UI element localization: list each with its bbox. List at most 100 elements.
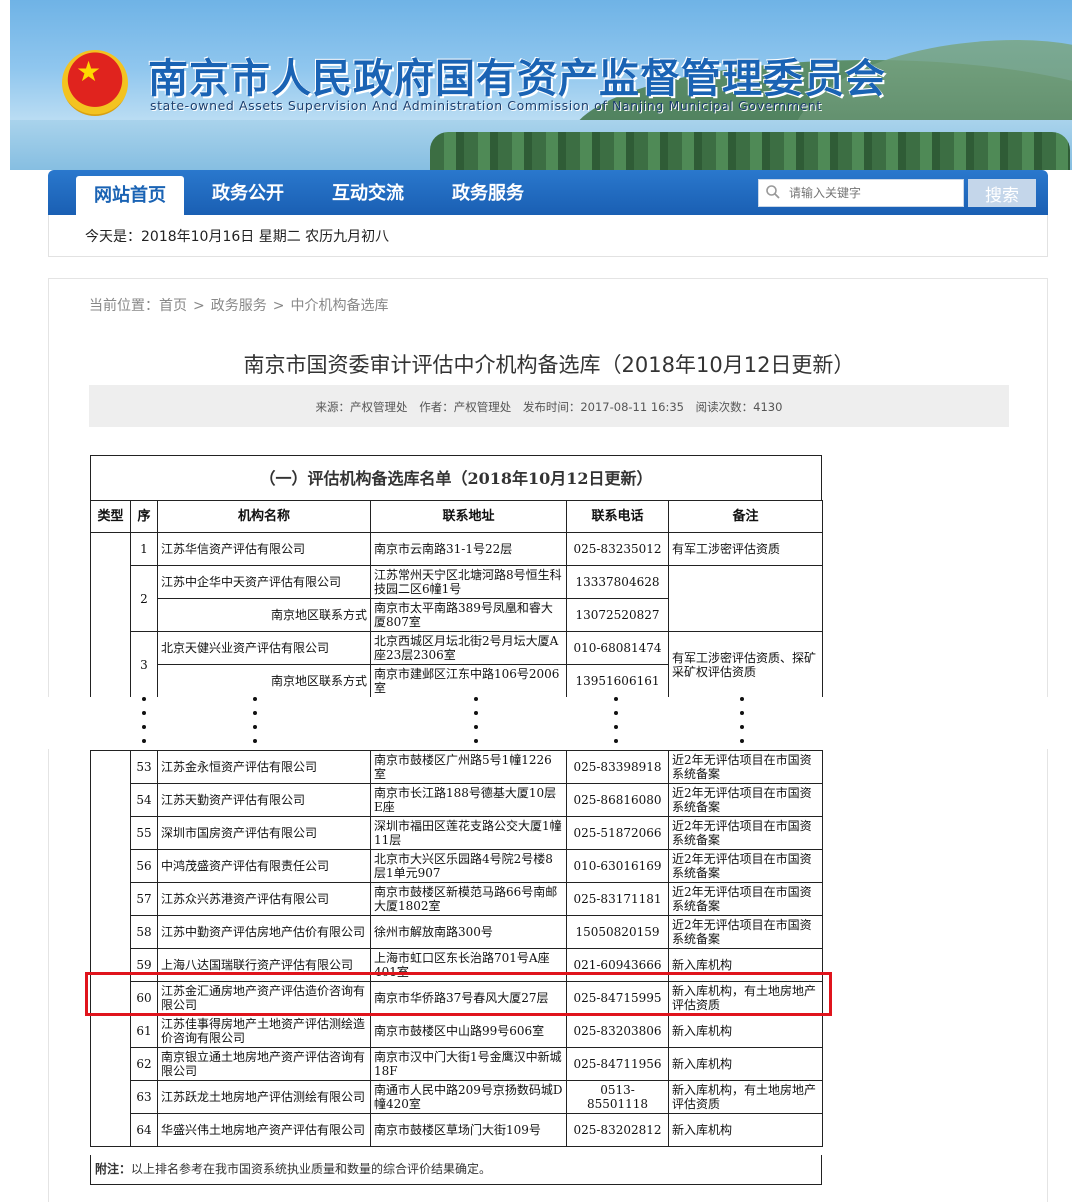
article-title: 南京市国资委审计评估中介机构备选库（2018年10月12日更新）: [243, 353, 855, 377]
header-phone: 联系电话: [566, 500, 669, 533]
header-note: 备注: [668, 500, 823, 533]
row-seq: 61: [130, 1014, 158, 1048]
row-address: 南京市鼓楼区广州路5号1幢1226室: [370, 750, 567, 784]
search-input[interactable]: [789, 182, 959, 204]
header-address: 联系地址: [370, 500, 567, 533]
table-row: 54 江苏天勤资产评估有限公司 南京市长江路188号德基大厦10层E座 025-868…: [91, 783, 823, 817]
row-seq: 62: [130, 1047, 158, 1081]
row-address: 江苏常州天宁区北塘河路8号恒生科技园二区6幢1号: [370, 565, 567, 599]
row-phone: 15050820159: [566, 915, 669, 949]
ellipsis-dots: [740, 697, 744, 743]
breadcrumb-services[interactable]: 政务服务: [211, 298, 267, 314]
nav-item-services[interactable]: 政务服务: [438, 170, 538, 215]
meta-source: 来源：产权管理处: [315, 400, 408, 414]
row-note: 近2年无评估项目在市国资系统备案: [668, 783, 823, 817]
row-seq: 1: [130, 532, 158, 566]
row-phone: 025-83203806: [566, 1014, 669, 1048]
row-seq: 53: [130, 750, 158, 784]
row-name: 江苏中企华中天资产评估有限公司: [157, 565, 371, 599]
footnote-text: 以上排名参考在我市国资系统执业质量和数量的综合评价结果确定。: [131, 1162, 492, 1176]
breadcrumb: 当前位置：首页 > 政务服务 > 中介机构备选库: [89, 295, 388, 315]
article-meta-bar: 来源：产权管理处 作者：产权管理处 发布时间：2017-08-11 16:35 …: [89, 385, 1009, 427]
table-row: 2 江苏中企华中天资产评估有限公司 江苏常州天宁区北塘河路8号恒生科技园二区6幢…: [91, 565, 823, 632]
row-phone: 025-83171181: [566, 882, 669, 916]
row-name: 江苏中勤资产评估房地产估价有限公司: [157, 915, 371, 949]
table-row: 63 江苏跃龙土地房地产评估测绘有限公司 南通市人民中路209号京扬数码城D幢420…: [91, 1080, 823, 1114]
nav-item-gov-affairs[interactable]: 政务公开: [198, 170, 298, 215]
row-address: 南京市云南路31-1号22层: [370, 532, 567, 566]
table-row: 3 北京天健兴业资产评估有限公司 北京西城区月坛北街2号月坛大厦A座23层230…: [91, 631, 823, 698]
breadcrumb-current[interactable]: 中介机构备选库: [290, 298, 388, 314]
banner-trees: [430, 132, 1070, 170]
row-name: 江苏天勤资产评估有限公司: [157, 783, 371, 817]
row-phone: 025-83202812: [566, 1113, 669, 1147]
row-name: 深圳市国房资产评估有限公司: [157, 816, 371, 850]
site-subtitle: state-owned Assets Supervision And Admin…: [150, 98, 822, 113]
row-name: 江苏华信资产评估有限公司: [157, 532, 371, 566]
table-title: （一）评估机构备选库名单（2018年10月12日更新）: [90, 455, 822, 501]
row-name: 江苏跃龙土地房地产评估测绘有限公司: [157, 1080, 371, 1114]
table-top-section: 类型 序 机构名称 联系地址 联系电话 备注 1 江苏华信资产评估有限公司 南京…: [90, 500, 823, 698]
main-nav: 网站首页 政务公开 互动交流 政务服务 搜索: [48, 170, 1048, 215]
row-address: 南京市太平南路389号凤凰和睿大厦807室: [370, 598, 567, 632]
row-phone: 025-86816080: [566, 783, 669, 817]
current-date: 今天是：2018年10月16日 星期二 农历九月初八: [85, 229, 390, 245]
row-name: 南京地区联系方式: [157, 664, 371, 698]
row-phone: 13951606161: [566, 664, 669, 698]
row-address: 南通市人民中路209号京扬数码城D幢420室: [370, 1080, 567, 1114]
row-phone: 010-63016169: [566, 849, 669, 883]
row-name: 华盛兴伟土地房地产资产评估有限公司: [157, 1113, 371, 1147]
date-bar: 今天是：2018年10月16日 星期二 农历九月初八: [48, 215, 1048, 257]
row-note: [668, 565, 823, 632]
row-name: 中鸿茂盛资产评估有限责任公司: [157, 849, 371, 883]
type-cell: [90, 532, 131, 698]
row-address: 南京市鼓楼区草场门大街109号: [370, 1113, 567, 1147]
highlight-box: [85, 972, 832, 1016]
meta-read-count: 阅读次数：4130: [695, 400, 783, 414]
row-name: 南京银立通土地房地产资产评估咨询有限公司: [157, 1047, 371, 1081]
row-address: 南京市鼓楼区新模范马路66号南邮大厦1802室: [370, 882, 567, 916]
row-note: 有军工涉密评估资质: [668, 532, 823, 566]
search-button[interactable]: 搜索: [968, 179, 1036, 207]
row-seq: 63: [130, 1080, 158, 1114]
national-emblem-icon: ★: [62, 50, 128, 116]
row-seq: 58: [130, 915, 158, 949]
breadcrumb-home[interactable]: 当前位置：首页: [89, 298, 187, 314]
table-row: 57 江苏众兴苏港资产评估有限公司 南京市鼓楼区新模范马路66号南邮大厦1802室 0…: [91, 882, 823, 916]
nav-item-home[interactable]: 网站首页: [76, 176, 184, 215]
nav-item-interaction[interactable]: 互动交流: [318, 170, 418, 215]
row-address: 深圳市福田区莲花支路公交大厦1幢11层: [370, 816, 567, 850]
row-address: 北京市大兴区乐园路4号院2号楼8层1单元907: [370, 849, 567, 883]
row-phone: 025-83235012: [566, 532, 669, 566]
row-address: 北京西城区月坛北街2号月坛大厦A座23层2306室: [370, 631, 567, 665]
meta-publish-time: 发布时间：2017-08-11 16:35: [522, 400, 684, 414]
row-name: 江苏佳事得房地产土地资产评估测绘造价咨询有限公司: [157, 1014, 371, 1048]
search-icon: [766, 185, 780, 199]
row-note: 近2年无评估项目在市国资系统备案: [668, 849, 823, 883]
table-ellipsis-gap: [0, 697, 1074, 749]
header-seq: 序: [130, 500, 158, 533]
row-note: 近2年无评估项目在市国资系统备案: [668, 882, 823, 916]
ellipsis-dots: [474, 697, 478, 743]
type-cell: [90, 750, 131, 1147]
table-row: 55 深圳市国房资产评估有限公司 深圳市福田区莲花支路公交大厦1幢11层 025-51…: [91, 816, 823, 850]
header-type: 类型: [90, 500, 131, 533]
ellipsis-dots: [142, 697, 146, 743]
row-phone: 0513-85501118: [566, 1080, 669, 1114]
row-note: 新入库机构: [668, 1014, 823, 1048]
row-phone: 025-51872066: [566, 816, 669, 850]
table-bottom-section: 53 江苏金永恒资产评估有限公司 南京市鼓楼区广州路5号1幢1226室 025-833…: [90, 750, 823, 1147]
table-row: 61 江苏佳事得房地产土地资产评估测绘造价咨询有限公司 南京市鼓楼区中山路99号60…: [91, 1014, 823, 1048]
row-name: 江苏众兴苏港资产评估有限公司: [157, 882, 371, 916]
table-row: 56 中鸿茂盛资产评估有限责任公司 北京市大兴区乐园路4号院2号楼8层1单元907 0…: [91, 849, 823, 883]
row-phone: 025-83398918: [566, 750, 669, 784]
header-name: 机构名称: [157, 500, 371, 533]
row-address: 南京市建邺区江东中路106号2006室: [370, 664, 567, 698]
row-note: 新入库机构，有土地房地产评估资质: [668, 1080, 823, 1114]
row-address: 南京市鼓楼区中山路99号606室: [370, 1014, 567, 1048]
row-note: 新入库机构: [668, 1113, 823, 1147]
row-seq: 57: [130, 882, 158, 916]
row-note: 近2年无评估项目在市国资系统备案: [668, 750, 823, 784]
row-seq: 56: [130, 849, 158, 883]
row-note: 有军工涉密评估资质、探矿采矿权评估资质: [668, 631, 823, 698]
